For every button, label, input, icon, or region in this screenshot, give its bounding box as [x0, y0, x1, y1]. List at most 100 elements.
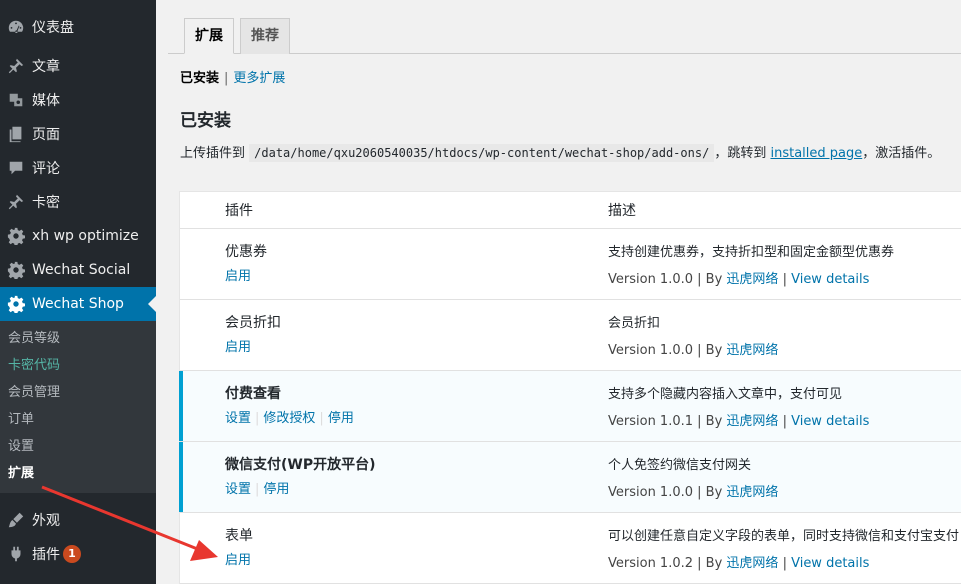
- gear-icon: [6, 226, 26, 246]
- action-separator: |: [255, 482, 260, 497]
- page-title: 已安装: [180, 111, 231, 131]
- activate-link[interactable]: 启用: [225, 340, 251, 355]
- plugin-description: 支持多个隐藏内容插入文章中，支付可见: [608, 387, 843, 402]
- main-content: 扩展 推荐 已安装 | 更多扩展 已安装 上传插件到 /data/home/qxu2…: [156, 0, 961, 584]
- by-label: | By: [697, 485, 723, 500]
- action-separator: |: [255, 411, 260, 426]
- upload-path: /data/home/qxu2060540035/htdocs/wp-conte…: [249, 144, 715, 162]
- column-header-plugin: 插件: [225, 203, 253, 219]
- by-label: | By: [697, 343, 723, 358]
- installed-page-link[interactable]: installed page: [770, 146, 862, 161]
- column-header-description: 描述: [608, 203, 636, 219]
- submenu-extensions[interactable]: 扩展: [0, 460, 156, 487]
- table-row: 会员折扣 启用 会员折扣 Version 1.0.0 | By 迅虎网络: [180, 300, 961, 371]
- plugin-version: Version 1.0.2: [608, 556, 694, 571]
- by-label: | By: [697, 272, 723, 287]
- comment-icon: [6, 158, 26, 178]
- view-details-link[interactable]: View details: [791, 556, 869, 571]
- deactivate-link[interactable]: 停用: [263, 482, 289, 497]
- menu-label: 媒体: [32, 93, 60, 109]
- upload-middle: ，跳转到: [714, 146, 767, 161]
- nav-tabs: 扩展 推荐: [184, 18, 296, 54]
- menu-appearance[interactable]: 外观: [0, 503, 156, 537]
- tab-recommended[interactable]: 推荐: [240, 18, 290, 54]
- settings-link[interactable]: 设置: [225, 482, 251, 497]
- by-label: | By: [697, 414, 723, 429]
- pushpin-icon: [6, 56, 26, 76]
- plugin-version: Version 1.0.0: [608, 485, 694, 500]
- filter-links: 已安装 | 更多扩展: [180, 67, 285, 86]
- submenu-member-levels[interactable]: 会员等级: [0, 325, 156, 352]
- dashboard-icon: [6, 17, 26, 37]
- view-details-link[interactable]: View details: [791, 272, 869, 287]
- submenu-orders[interactable]: 订单: [0, 406, 156, 433]
- plugin-version: Version 1.0.0: [608, 343, 694, 358]
- menu-label: 插件: [32, 547, 60, 563]
- gear-icon: [6, 294, 26, 314]
- menu-label: 仪表盘: [32, 20, 74, 36]
- upload-prefix: 上传插件到: [180, 146, 246, 161]
- author-link[interactable]: 迅虎网络: [726, 556, 778, 571]
- plugin-description: 会员折扣: [608, 316, 661, 331]
- plugin-name: 表单: [225, 528, 253, 544]
- menu-wechat-social[interactable]: Wechat Social: [0, 253, 156, 287]
- filter-more-extensions[interactable]: 更多扩展: [233, 71, 285, 86]
- menu-label: 文章: [32, 59, 60, 75]
- change-license-link[interactable]: 修改授权: [263, 411, 315, 426]
- author-link[interactable]: 迅虎网络: [726, 485, 778, 500]
- author-link[interactable]: 迅虎网络: [726, 343, 778, 358]
- plugin-version: Version 1.0.1: [608, 414, 694, 429]
- action-separator: |: [319, 411, 324, 426]
- plugin-description: 支持创建优惠券，支持折扣型和固定金额型优惠券: [608, 245, 895, 260]
- plugins-table: 插件 描述 优惠券 启用 支持创建优惠券，支持折扣型和固定金额型优惠券 Vers…: [179, 191, 961, 584]
- menu-label: xh wp optimize: [32, 228, 139, 244]
- plugin-name: 付费查看: [225, 386, 281, 402]
- pushpin-icon: [6, 192, 26, 212]
- menu-label: 卡密: [32, 195, 60, 211]
- table-row: 表单 启用 可以创建任意自定义字段的表单，同时支持微信和支付宝支付 Versio…: [180, 513, 961, 584]
- author-link[interactable]: 迅虎网络: [726, 414, 778, 429]
- table-header: 插件 描述: [180, 192, 961, 229]
- table-row: 付费查看 设置 | 修改授权 | 停用 支持多个隐藏内容插入文章中，支付可见 Versi…: [179, 371, 961, 442]
- deactivate-link[interactable]: 停用: [328, 411, 354, 426]
- wechat-shop-submenu: 会员等级 卡密代码 会员管理 订单 设置 扩展: [0, 321, 156, 493]
- menu-plugins[interactable]: 插件 1: [0, 537, 156, 571]
- activate-link[interactable]: 启用: [225, 553, 251, 568]
- plugin-name: 微信支付(WP开放平台): [225, 457, 376, 473]
- submenu-settings[interactable]: 设置: [0, 433, 156, 460]
- update-count-badge: 1: [63, 545, 81, 563]
- filter-installed[interactable]: 已安装: [180, 71, 219, 86]
- menu-comments[interactable]: 评论: [0, 151, 156, 185]
- menu-media[interactable]: 媒体: [0, 83, 156, 117]
- activate-link[interactable]: 启用: [225, 269, 251, 284]
- menu-label: Wechat Shop: [32, 296, 124, 312]
- page-icon: [6, 124, 26, 144]
- upload-instructions: 上传插件到 /data/home/qxu2060540035/htdocs/wp…: [180, 142, 941, 162]
- brush-icon: [6, 510, 26, 530]
- author-link[interactable]: 迅虎网络: [726, 272, 778, 287]
- menu-pages[interactable]: 页面: [0, 117, 156, 151]
- media-icon: [6, 90, 26, 110]
- sidebar-top-gap: [0, 0, 156, 10]
- plugin-description: 可以创建任意自定义字段的表单，同时支持微信和支付宝支付: [608, 529, 960, 544]
- view-details-link[interactable]: View details: [791, 414, 869, 429]
- settings-link[interactable]: 设置: [225, 411, 251, 426]
- upload-suffix: ，激活插件。: [862, 146, 941, 161]
- submenu-card-codes[interactable]: 卡密代码: [0, 352, 156, 379]
- menu-xh-wp-optimize[interactable]: xh wp optimize: [0, 219, 156, 253]
- plugin-version: Version 1.0.0: [608, 272, 694, 287]
- menu-label: 页面: [32, 127, 60, 143]
- menu-posts[interactable]: 文章: [0, 49, 156, 83]
- menu-label: Wechat Social: [32, 262, 131, 278]
- submenu-member-management[interactable]: 会员管理: [0, 379, 156, 406]
- by-label: | By: [697, 556, 723, 571]
- menu-wechat-shop[interactable]: Wechat Shop: [0, 287, 156, 321]
- gear-icon: [6, 260, 26, 280]
- plugin-name: 优惠券: [225, 244, 267, 260]
- menu-label: 评论: [32, 161, 60, 177]
- tab-extensions[interactable]: 扩展: [184, 18, 234, 54]
- menu-cardkeys[interactable]: 卡密: [0, 185, 156, 219]
- filter-separator: |: [224, 71, 229, 86]
- menu-dashboard[interactable]: 仪表盘: [0, 10, 156, 44]
